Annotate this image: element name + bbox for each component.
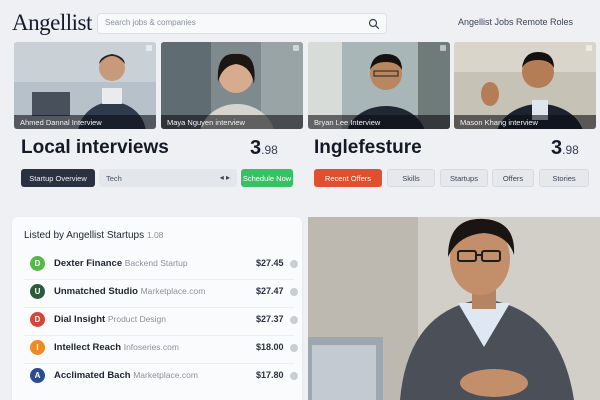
- tech-field-label: Tech: [106, 173, 122, 183]
- video-card-3[interactable]: Bryan Lee Interview: [308, 42, 450, 129]
- expand-icon[interactable]: [146, 45, 152, 51]
- company-amount: $18.00: [256, 342, 284, 352]
- panel-title-text: Listed by Angellist Startups: [24, 230, 145, 241]
- logo[interactable]: Angellist: [12, 10, 92, 36]
- company-icon: D: [30, 312, 45, 327]
- count-right: 3.98: [551, 137, 579, 160]
- video-card-2[interactable]: Maya Nguyen interview: [161, 42, 303, 129]
- company-name: Dexter Finance Backend Startup: [54, 258, 188, 269]
- count-left: 3.98: [250, 137, 278, 160]
- company-icon: A: [30, 368, 45, 383]
- recent-offers-button[interactable]: Recent Offers: [314, 169, 382, 187]
- featured-photo: [308, 217, 600, 400]
- company-meta: Backend Startup: [124, 258, 188, 268]
- expand-icon[interactable]: [440, 45, 446, 51]
- more-icon[interactable]: [290, 372, 298, 380]
- company-name: Intellect Reach Infoseries.com: [54, 342, 179, 353]
- list-item[interactable]: U Unmatched Studio Marketplace.com $27.4…: [24, 278, 298, 306]
- list-item[interactable]: I Intellect Reach Infoseries.com $18.00: [24, 334, 298, 362]
- company-amount: $17.80: [256, 370, 284, 380]
- section-title-left: Local interviews: [21, 137, 169, 158]
- video-label: Ahmed Dannal Interview: [14, 115, 156, 129]
- count-suffix: .98: [261, 143, 278, 157]
- count-suffix: .98: [562, 143, 579, 157]
- startup-overview-button[interactable]: Startup Overview: [21, 169, 95, 187]
- search-placeholder: Search jobs & companies: [105, 18, 196, 27]
- company-name-text: Acclimated Bach: [54, 370, 131, 381]
- search-icon[interactable]: [368, 18, 380, 30]
- company-name: Unmatched Studio Marketplace.com: [54, 286, 205, 297]
- person-photo: [308, 217, 600, 400]
- list-item[interactable]: A Acclimated Bach Marketplace.com $17.80: [24, 362, 298, 390]
- chip-offers[interactable]: Offers: [492, 169, 534, 187]
- company-name: Dial Insight Product Design: [54, 314, 166, 325]
- more-icon[interactable]: [290, 288, 298, 296]
- company-name: Acclimated Bach Marketplace.com: [54, 370, 198, 381]
- more-icon[interactable]: [290, 344, 298, 352]
- company-icon: D: [30, 256, 45, 271]
- company-name-text: Dial Insight: [54, 314, 106, 325]
- company-meta: Infoseries.com: [123, 342, 179, 352]
- company-meta: Marketplace.com: [140, 286, 206, 296]
- startup-list-panel: Listed by Angellist Startups 1.08 D Dext…: [12, 217, 302, 400]
- company-amount: $27.45: [256, 258, 284, 268]
- count-value: 3: [250, 137, 262, 159]
- expand-icon[interactable]: [293, 45, 299, 51]
- count-value: 3: [551, 137, 563, 159]
- video-label: Maya Nguyen interview: [161, 115, 303, 129]
- company-name-text: Intellect Reach: [54, 342, 122, 353]
- company-meta: Marketplace.com: [133, 370, 198, 380]
- video-card-4[interactable]: Mason Khang interview: [454, 42, 596, 129]
- schedule-button[interactable]: Schedule Now: [241, 169, 293, 187]
- list-item[interactable]: D Dial Insight Product Design $27.37: [24, 306, 298, 334]
- section-title-right: Inglefesture: [314, 137, 422, 158]
- panel-subtitle: 1.08: [146, 230, 164, 240]
- company-meta: Product Design: [107, 314, 166, 324]
- arrows-icon[interactable]: ◂ ▸: [220, 173, 230, 182]
- panel-title: Listed by Angellist Startups 1.08: [24, 230, 163, 241]
- video-card-1[interactable]: Ahmed Dannal Interview: [14, 42, 156, 129]
- more-icon[interactable]: [290, 260, 298, 268]
- chip-startups[interactable]: Startups: [440, 169, 488, 187]
- search-input[interactable]: Search jobs & companies: [97, 13, 387, 34]
- top-right-link[interactable]: Angellist Jobs Remote Roles: [458, 17, 596, 27]
- more-icon[interactable]: [290, 316, 298, 324]
- company-name-text: Dexter Finance: [54, 258, 123, 269]
- tech-field[interactable]: Tech ◂ ▸: [99, 169, 237, 187]
- list-item[interactable]: D Dexter Finance Backend Startup $27.45: [24, 250, 298, 278]
- company-name-text: Unmatched Studio: [54, 286, 138, 297]
- chip-stories[interactable]: Stories: [539, 169, 589, 187]
- video-label: Bryan Lee Interview: [308, 115, 450, 129]
- company-icon: U: [30, 284, 45, 299]
- company-icon: I: [30, 340, 45, 355]
- top-bar: Angellist Search jobs & companies Angell…: [0, 0, 600, 40]
- company-amount: $27.37: [256, 314, 284, 324]
- chip-skills[interactable]: Skills: [387, 169, 435, 187]
- video-label: Mason Khang interview: [454, 115, 596, 129]
- expand-icon[interactable]: [586, 45, 592, 51]
- company-amount: $27.47: [256, 286, 284, 296]
